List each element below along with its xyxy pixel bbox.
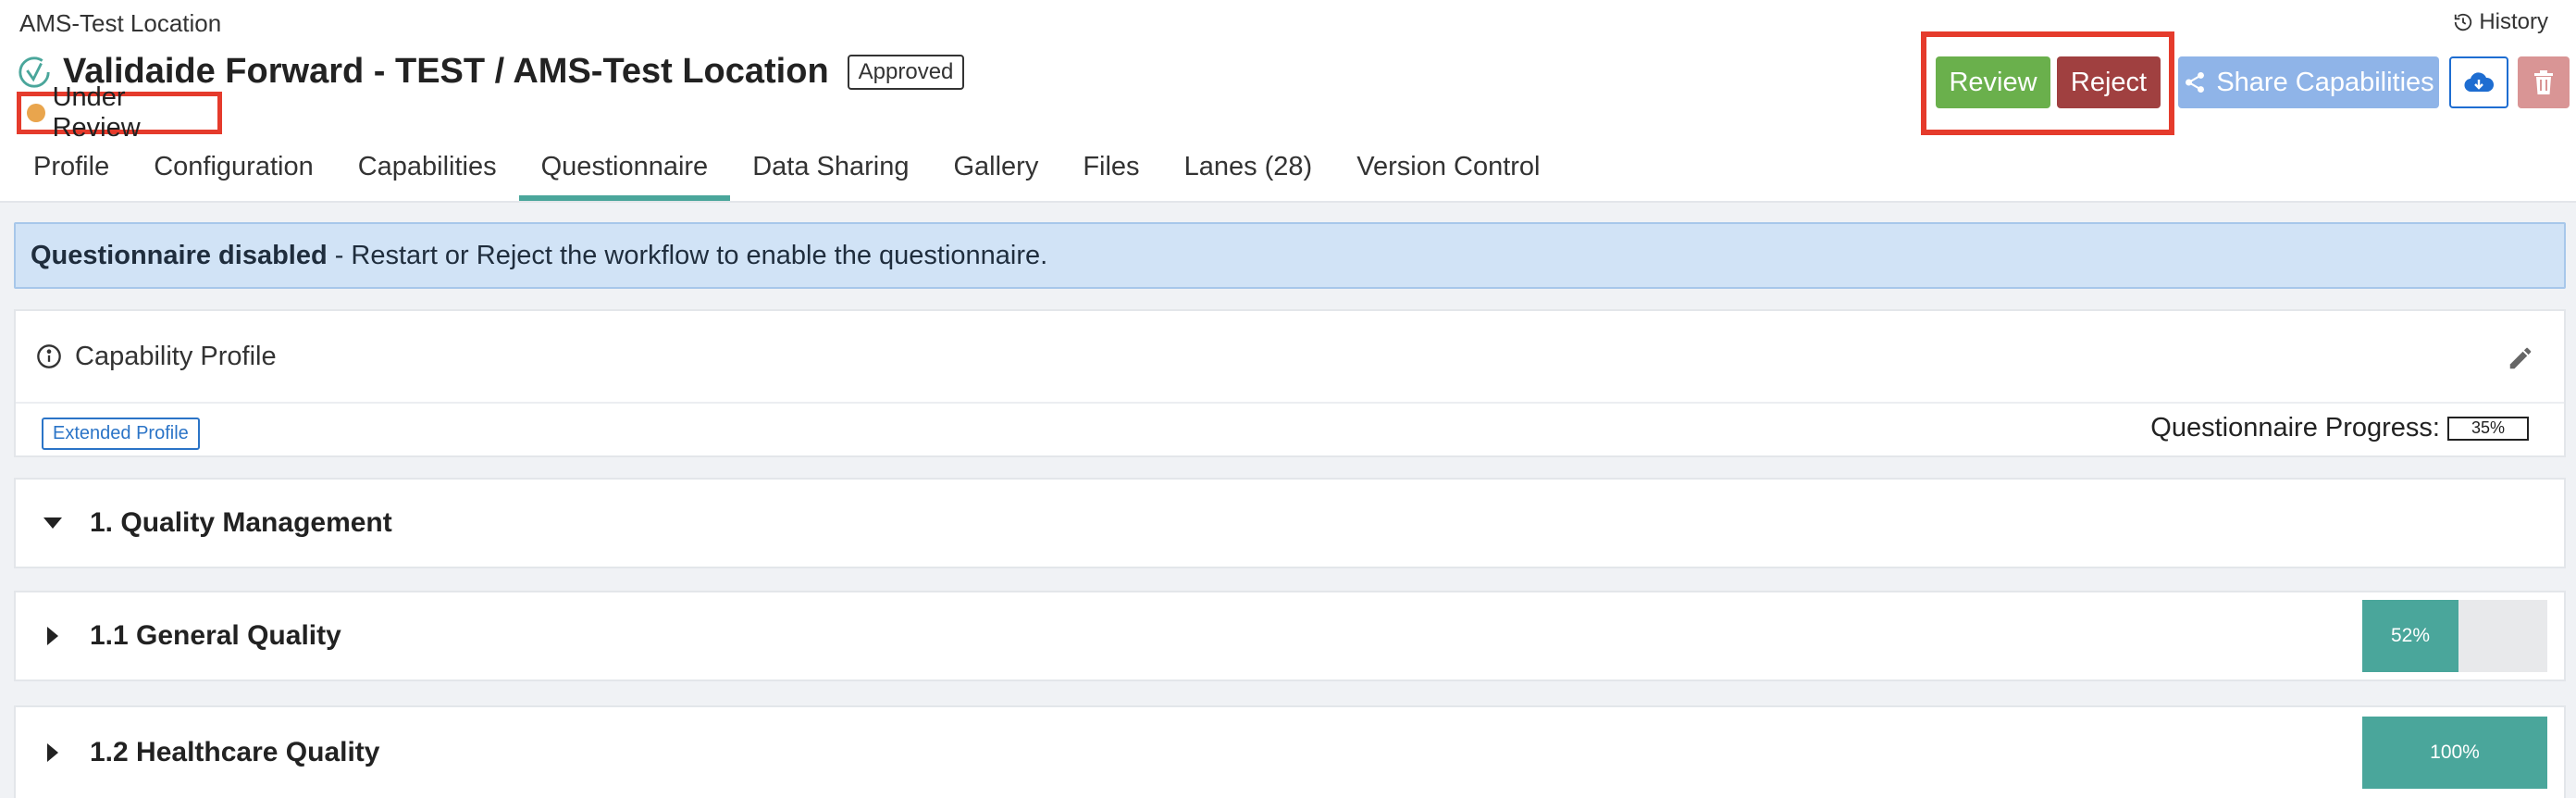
- progress-bar: 52%: [2362, 600, 2547, 672]
- status-indicator: Under Review: [17, 82, 222, 143]
- tab-files[interactable]: Files: [1060, 133, 1161, 201]
- history-label: History: [2479, 9, 2548, 34]
- validaide-check-icon: [19, 56, 50, 88]
- tab-questionnaire[interactable]: Questionnaire: [518, 133, 731, 201]
- alert-strong: Questionnaire disabled: [31, 240, 328, 270]
- section-quality-management[interactable]: 1. Quality Management: [14, 478, 2566, 568]
- section-title: 1. Quality Management: [90, 507, 392, 538]
- tab-configuration[interactable]: Configuration: [131, 133, 336, 201]
- tab-lanes[interactable]: Lanes (28): [1162, 133, 1335, 201]
- tab-version-control[interactable]: Version Control: [1334, 133, 1562, 201]
- extended-profile-badge: Extended Profile: [42, 418, 200, 450]
- share-label: Share Capabilities: [2216, 67, 2434, 97]
- section-title: 1.1 General Quality: [90, 620, 341, 651]
- review-button[interactable]: Review: [1936, 56, 2050, 108]
- progress-bar-fill: 100%: [2362, 717, 2547, 789]
- cloud-download-icon: [2464, 72, 2495, 93]
- questionnaire-disabled-alert: Questionnaire disabled - Restart or Reje…: [14, 222, 2566, 289]
- caret-down-icon: [43, 517, 62, 529]
- tab-capabilities[interactable]: Capabilities: [336, 133, 519, 201]
- approved-badge: Approved: [847, 54, 965, 90]
- tab-bar: Profile Configuration Capabilities Quest…: [11, 133, 1563, 201]
- alert-text: - Restart or Reject the workflow to enab…: [334, 240, 1048, 270]
- tab-gallery[interactable]: Gallery: [931, 133, 1060, 201]
- info-icon: [37, 344, 61, 368]
- history-icon: [2455, 13, 2472, 31]
- section-title: 1.2 Healthcare Quality: [90, 737, 380, 767]
- reject-button[interactable]: Reject: [2057, 56, 2161, 108]
- status-dot-icon: [27, 104, 45, 122]
- pencil-icon[interactable]: [2507, 344, 2534, 372]
- tab-data-sharing[interactable]: Data Sharing: [730, 133, 931, 201]
- progress-value: 35%: [2447, 416, 2529, 441]
- capability-profile-title: Capability Profile: [75, 341, 277, 371]
- section-general-quality[interactable]: 1.1 General Quality 52%: [14, 591, 2566, 681]
- page-header: AMS-Test Location History Validaide Forw…: [0, 0, 2576, 203]
- caret-right-icon: [43, 627, 62, 645]
- caret-right-icon: [43, 743, 62, 762]
- capability-profile-card: Capability Profile Extended Profile Ques…: [14, 309, 2566, 457]
- section-healthcare-quality[interactable]: 1.2 Healthcare Quality 100%: [14, 705, 2566, 798]
- tab-profile[interactable]: Profile: [11, 133, 131, 201]
- progress-bar-fill: 52%: [2362, 600, 2458, 672]
- progress-label: Questionnaire Progress:: [2150, 413, 2440, 443]
- share-capabilities-button[interactable]: Share Capabilities: [2178, 56, 2439, 108]
- trash-icon: [2534, 70, 2553, 94]
- delete-button[interactable]: [2518, 56, 2570, 108]
- questionnaire-progress: Questionnaire Progress: 35%: [2150, 413, 2529, 443]
- download-button[interactable]: [2449, 56, 2508, 108]
- history-link[interactable]: History: [2453, 9, 2548, 35]
- capability-profile-header: Capability Profile: [16, 311, 2564, 404]
- progress-bar: 100%: [2362, 717, 2547, 789]
- share-icon: [2186, 71, 2205, 94]
- breadcrumb[interactable]: AMS-Test Location: [19, 9, 221, 38]
